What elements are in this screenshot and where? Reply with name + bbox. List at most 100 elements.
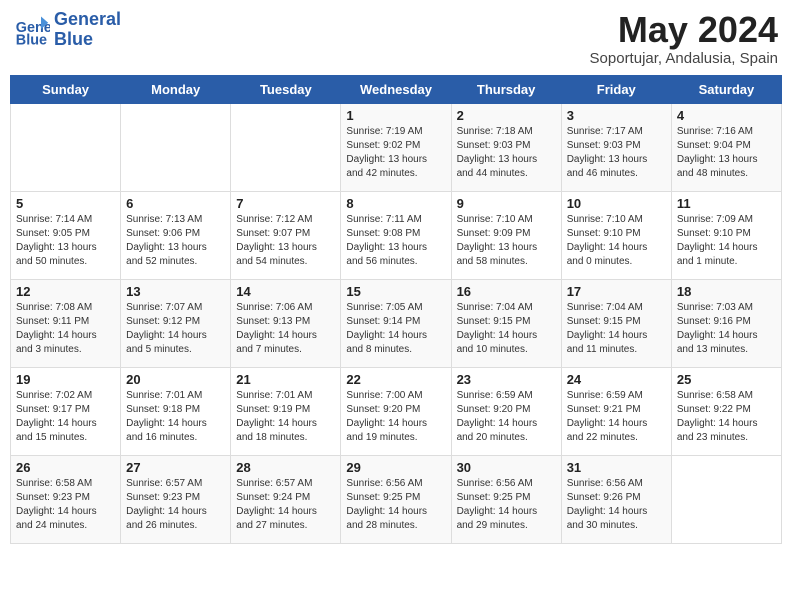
- day-info: Sunrise: 7:08 AM Sunset: 9:11 PM Dayligh…: [16, 301, 115, 357]
- day-info: Sunrise: 7:19 AM Sunset: 9:02 PM Dayligh…: [346, 125, 445, 181]
- weekday-row: SundayMondayTuesdayWednesdayThursdayFrid…: [11, 75, 782, 103]
- calendar-cell: 2Sunrise: 7:18 AM Sunset: 9:03 PM Daylig…: [451, 103, 561, 191]
- day-info: Sunrise: 7:12 AM Sunset: 9:07 PM Dayligh…: [236, 213, 335, 269]
- day-info: Sunrise: 7:13 AM Sunset: 9:06 PM Dayligh…: [126, 213, 225, 269]
- day-info: Sunrise: 7:04 AM Sunset: 9:15 PM Dayligh…: [567, 301, 666, 357]
- day-number: 25: [677, 372, 776, 387]
- day-info: Sunrise: 7:18 AM Sunset: 9:03 PM Dayligh…: [457, 125, 556, 181]
- calendar-cell: 11Sunrise: 7:09 AM Sunset: 9:10 PM Dayli…: [671, 191, 781, 279]
- month-title: May 2024: [590, 10, 778, 50]
- calendar-cell: 28Sunrise: 6:57 AM Sunset: 9:24 PM Dayli…: [231, 455, 341, 543]
- day-info: Sunrise: 7:09 AM Sunset: 9:10 PM Dayligh…: [677, 213, 776, 269]
- calendar-cell: 27Sunrise: 6:57 AM Sunset: 9:23 PM Dayli…: [121, 455, 231, 543]
- day-info: Sunrise: 7:14 AM Sunset: 9:05 PM Dayligh…: [16, 213, 115, 269]
- logo-general: General: [54, 10, 121, 30]
- calendar-header: SundayMondayTuesdayWednesdayThursdayFrid…: [11, 75, 782, 103]
- weekday-header-friday: Friday: [561, 75, 671, 103]
- day-number: 29: [346, 460, 445, 475]
- calendar-cell: 26 Sunrise: 6:58 AM Sunset: 9:23 PM Dayli…: [11, 455, 121, 543]
- day-number: 16: [457, 284, 556, 299]
- calendar-cell: 24 Sunrise: 6:59 AM Sunset: 9:21 PM Dayli…: [561, 367, 671, 455]
- calendar-cell: 10Sunrise: 7:10 AM Sunset: 9:10 PM Dayli…: [561, 191, 671, 279]
- calendar-cell: 21 Sunrise: 7:01 AM Sunset: 9:19 PM Dayli…: [231, 367, 341, 455]
- day-info: Sunrise: 6:56 AM Sunset: 9:25 PM Dayligh…: [457, 477, 556, 533]
- title-block: May 2024 Soportujar, Andalusia, Spain: [590, 10, 778, 67]
- day-info: Sunrise: 7:00 AM Sunset: 9:20 PM Dayligh…: [346, 389, 445, 445]
- weekday-header-sunday: Sunday: [11, 75, 121, 103]
- day-info: Sunrise: 7:01 AM Sunset: 9:19 PM Dayligh…: [236, 389, 335, 445]
- day-number: 9: [457, 196, 556, 211]
- calendar-cell: [671, 455, 781, 543]
- day-number: 4: [677, 108, 776, 123]
- week-row-5: 26 Sunrise: 6:58 AM Sunset: 9:23 PM Dayli…: [11, 455, 782, 543]
- day-info: Sunrise: 6:56 AM Sunset: 9:25 PM Dayligh…: [346, 477, 445, 533]
- day-number: 6: [126, 196, 225, 211]
- day-number: 30: [457, 460, 556, 475]
- calendar-table: SundayMondayTuesdayWednesdayThursdayFrid…: [10, 75, 782, 544]
- weekday-header-monday: Monday: [121, 75, 231, 103]
- calendar-cell: 23Sunrise: 6:59 AM Sunset: 9:20 PM Dayli…: [451, 367, 561, 455]
- day-number: 3: [567, 108, 666, 123]
- location-subtitle: Soportujar, Andalusia, Spain: [590, 50, 778, 67]
- day-info: Sunrise: 7:03 AM Sunset: 9:16 PM Dayligh…: [677, 301, 776, 357]
- day-number: 31: [567, 460, 666, 475]
- day-info: Sunrise: 7:10 AM Sunset: 9:09 PM Dayligh…: [457, 213, 556, 269]
- week-row-4: 19 Sunrise: 7:02 AM Sunset: 9:17 PM Dayli…: [11, 367, 782, 455]
- day-number: 12: [16, 284, 115, 299]
- calendar-cell: 5Sunrise: 7:14 AM Sunset: 9:05 PM Daylig…: [11, 191, 121, 279]
- svg-text:Blue: Blue: [16, 32, 47, 48]
- calendar-cell: 30 Sunrise: 6:56 AM Sunset: 9:25 PM Dayli…: [451, 455, 561, 543]
- day-info: Sunrise: 6:59 AM Sunset: 9:20 PM Dayligh…: [457, 389, 556, 445]
- day-number: 24: [567, 372, 666, 387]
- day-number: 19: [16, 372, 115, 387]
- day-info: Sunrise: 6:58 AM Sunset: 9:23 PM Dayligh…: [16, 477, 115, 533]
- calendar-cell: 17 Sunrise: 7:04 AM Sunset: 9:15 PM Dayli…: [561, 279, 671, 367]
- day-info: Sunrise: 7:04 AM Sunset: 9:15 PM Dayligh…: [457, 301, 556, 357]
- calendar-body: 1 Sunrise: 7:19 AM Sunset: 9:02 PM Daylig…: [11, 103, 782, 543]
- logo: General Blue General Blue: [14, 10, 121, 50]
- day-number: 22: [346, 372, 445, 387]
- day-number: 8: [346, 196, 445, 211]
- day-number: 17: [567, 284, 666, 299]
- calendar-cell: 22 Sunrise: 7:00 AM Sunset: 9:20 PM Dayli…: [341, 367, 451, 455]
- calendar-cell: [11, 103, 121, 191]
- week-row-1: 1 Sunrise: 7:19 AM Sunset: 9:02 PM Daylig…: [11, 103, 782, 191]
- day-number: 27: [126, 460, 225, 475]
- day-info: Sunrise: 6:59 AM Sunset: 9:21 PM Dayligh…: [567, 389, 666, 445]
- calendar-cell: 19 Sunrise: 7:02 AM Sunset: 9:17 PM Dayli…: [11, 367, 121, 455]
- calendar-cell: 13Sunrise: 7:07 AM Sunset: 9:12 PM Dayli…: [121, 279, 231, 367]
- week-row-2: 5Sunrise: 7:14 AM Sunset: 9:05 PM Daylig…: [11, 191, 782, 279]
- day-number: 14: [236, 284, 335, 299]
- calendar-cell: 18Sunrise: 7:03 AM Sunset: 9:16 PM Dayli…: [671, 279, 781, 367]
- day-number: 28: [236, 460, 335, 475]
- weekday-header-thursday: Thursday: [451, 75, 561, 103]
- day-info: Sunrise: 7:17 AM Sunset: 9:03 PM Dayligh…: [567, 125, 666, 181]
- day-info: Sunrise: 7:02 AM Sunset: 9:17 PM Dayligh…: [16, 389, 115, 445]
- day-number: 15: [346, 284, 445, 299]
- day-info: Sunrise: 7:06 AM Sunset: 9:13 PM Dayligh…: [236, 301, 335, 357]
- day-number: 7: [236, 196, 335, 211]
- day-number: 20: [126, 372, 225, 387]
- day-info: Sunrise: 7:16 AM Sunset: 9:04 PM Dayligh…: [677, 125, 776, 181]
- calendar-cell: 16 Sunrise: 7:04 AM Sunset: 9:15 PM Dayli…: [451, 279, 561, 367]
- calendar-cell: 3 Sunrise: 7:17 AM Sunset: 9:03 PM Daylig…: [561, 103, 671, 191]
- logo-icon: General Blue: [14, 12, 50, 48]
- day-info: Sunrise: 7:10 AM Sunset: 9:10 PM Dayligh…: [567, 213, 666, 269]
- day-number: 21: [236, 372, 335, 387]
- day-number: 13: [126, 284, 225, 299]
- calendar-cell: 9 Sunrise: 7:10 AM Sunset: 9:09 PM Daylig…: [451, 191, 561, 279]
- day-number: 26: [16, 460, 115, 475]
- day-info: Sunrise: 6:56 AM Sunset: 9:26 PM Dayligh…: [567, 477, 666, 533]
- calendar-cell: 4 Sunrise: 7:16 AM Sunset: 9:04 PM Daylig…: [671, 103, 781, 191]
- calendar-cell: 20 Sunrise: 7:01 AM Sunset: 9:18 PM Dayli…: [121, 367, 231, 455]
- day-number: 1: [346, 108, 445, 123]
- calendar-cell: 8Sunrise: 7:11 AM Sunset: 9:08 PM Daylig…: [341, 191, 451, 279]
- calendar-cell: 25 Sunrise: 6:58 AM Sunset: 9:22 PM Dayli…: [671, 367, 781, 455]
- day-info: Sunrise: 7:01 AM Sunset: 9:18 PM Dayligh…: [126, 389, 225, 445]
- calendar-cell: 29 Sunrise: 6:56 AM Sunset: 9:25 PM Dayli…: [341, 455, 451, 543]
- calendar-cell: 31 Sunrise: 6:56 AM Sunset: 9:26 PM Dayli…: [561, 455, 671, 543]
- calendar-cell: 6 Sunrise: 7:13 AM Sunset: 9:06 PM Daylig…: [121, 191, 231, 279]
- day-info: Sunrise: 6:58 AM Sunset: 9:22 PM Dayligh…: [677, 389, 776, 445]
- day-info: Sunrise: 7:05 AM Sunset: 9:14 PM Dayligh…: [346, 301, 445, 357]
- calendar-cell: [121, 103, 231, 191]
